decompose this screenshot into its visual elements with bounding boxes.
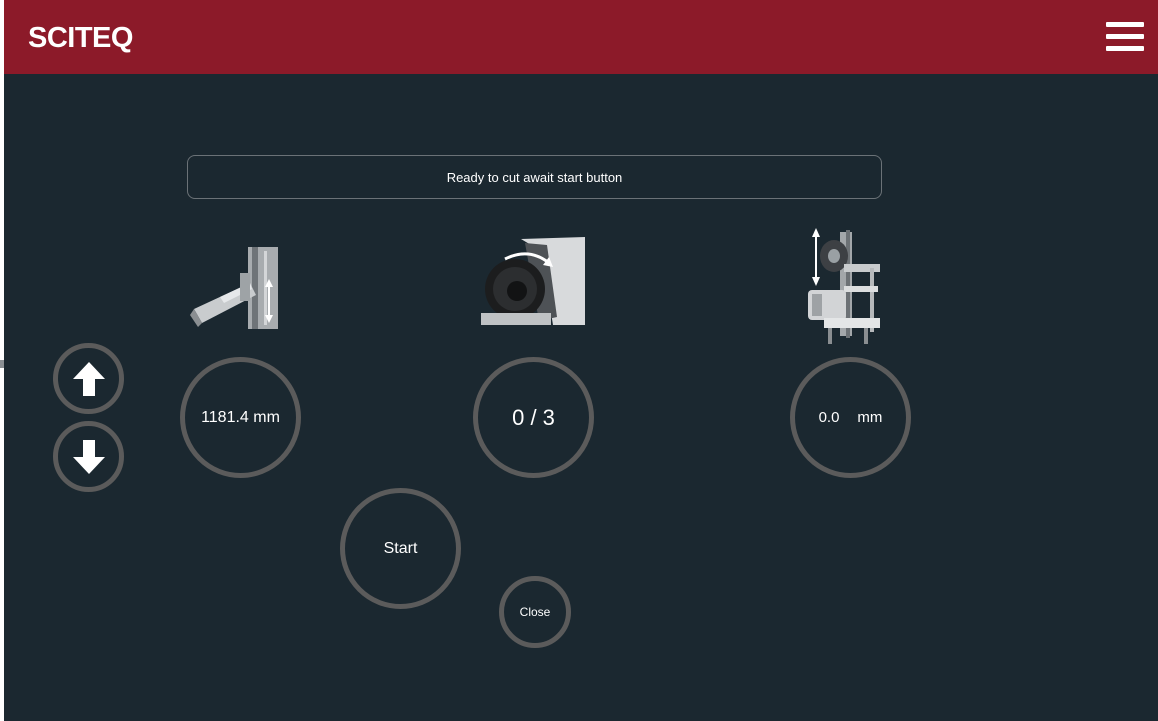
- hamburger-menu-icon-bar: [1106, 34, 1144, 39]
- blade-rotation-icon: [481, 237, 587, 327]
- hamburger-menu-icon-bar: [1106, 46, 1144, 51]
- move-down-button[interactable]: [53, 421, 124, 492]
- saw-height-axis-icon: [190, 247, 278, 329]
- height-readout: 1181.4 mm: [180, 357, 301, 478]
- edge-marker: [0, 360, 4, 368]
- start-label: Start: [383, 539, 418, 557]
- depth-readout: 0.0 mm: [790, 357, 911, 478]
- close-button[interactable]: Close: [499, 576, 571, 648]
- menu-button[interactable]: [1106, 22, 1144, 52]
- height-value: 1181.4 mm: [201, 408, 280, 426]
- app-window: SCITEQ Ready to cut await start button 1…: [4, 0, 1158, 721]
- hamburger-menu-icon: [1106, 22, 1144, 27]
- start-button[interactable]: Start: [340, 488, 461, 609]
- brand-logo: SCITEQ: [28, 22, 133, 54]
- close-label: Close: [519, 605, 551, 619]
- move-up-button[interactable]: [53, 343, 124, 414]
- status-message-box: Ready to cut await start button: [187, 155, 882, 199]
- top-bar: SCITEQ: [4, 0, 1158, 74]
- depth-unit: mm: [857, 409, 883, 426]
- depth-value: 0.0: [818, 409, 840, 426]
- depth-axis-icon: [808, 228, 880, 344]
- arrow-down-icon: [72, 439, 105, 474]
- cut-count-value: 0 / 3: [512, 404, 555, 430]
- arrow-up-icon: [72, 361, 105, 396]
- status-message: Ready to cut await start button: [446, 169, 623, 185]
- cut-count-readout: 0 / 3: [473, 357, 594, 478]
